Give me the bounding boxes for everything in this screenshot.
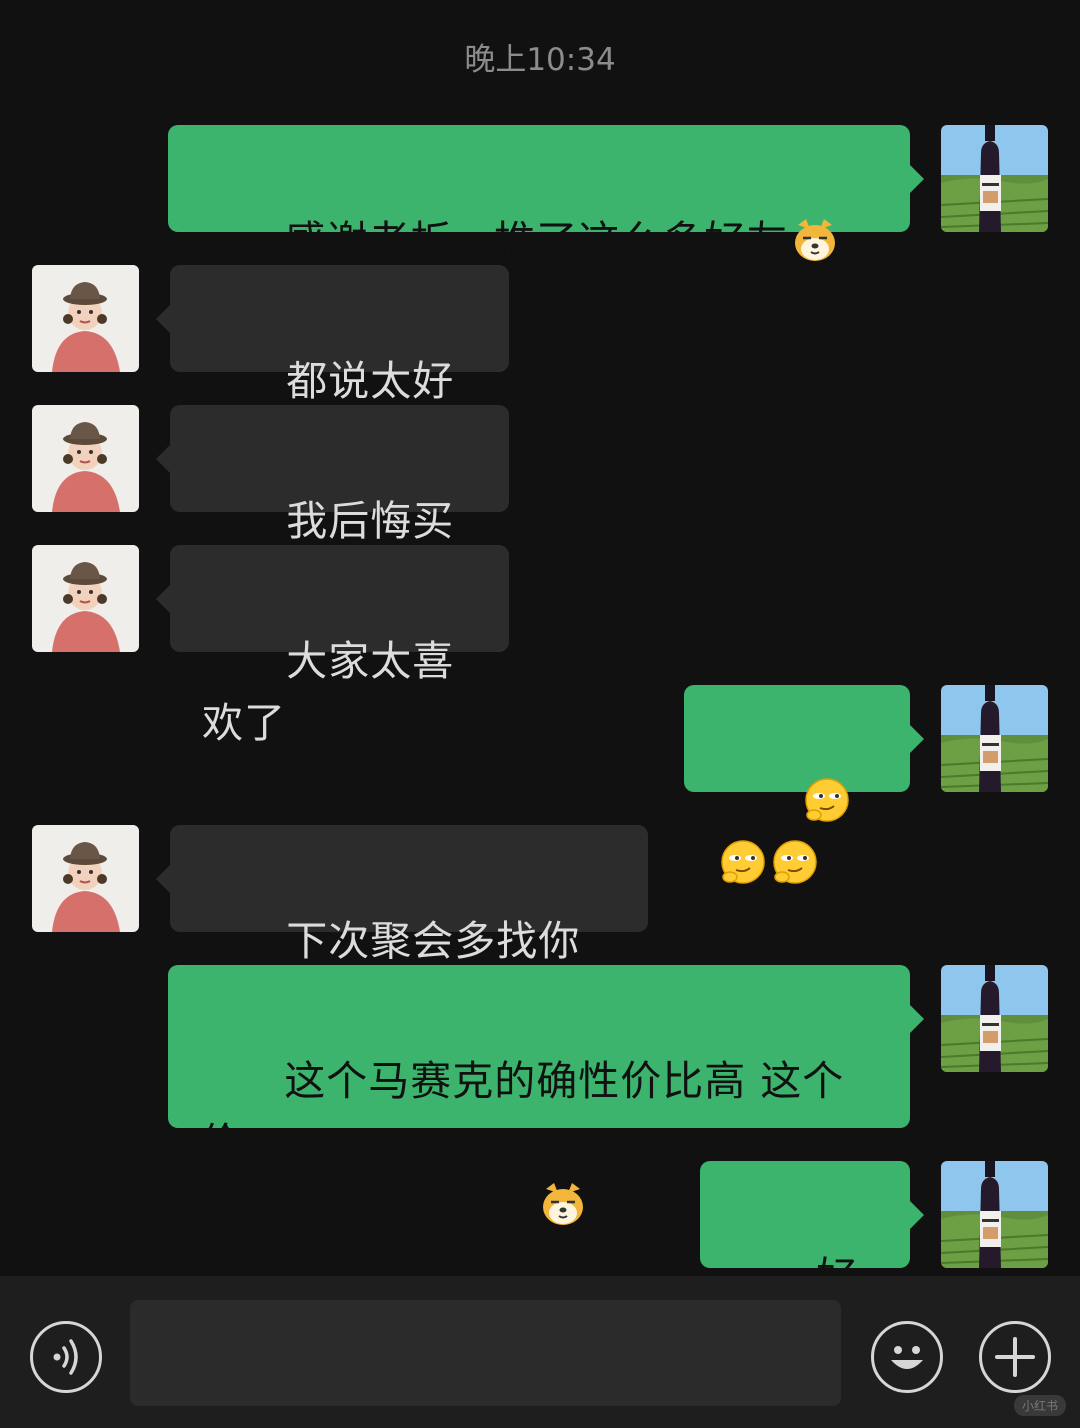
voice-icon xyxy=(53,1339,78,1375)
message-text: 大家太喜欢了 xyxy=(202,637,455,747)
emoji-icon xyxy=(891,1346,923,1369)
message-bubble-received[interactable]: 都说太好喝了 xyxy=(156,265,509,467)
doge-emoji-icon xyxy=(538,1179,588,1229)
message-timestamp: 晚上10:34 xyxy=(464,42,616,78)
message-bubble-sent[interactable] xyxy=(684,685,924,884)
message-bubble-received[interactable]: 我后悔买少了 xyxy=(156,405,509,607)
child-photo-avatar[interactable] xyxy=(32,825,139,932)
message-bubble-received[interactable]: 大家太喜欢了 xyxy=(156,545,509,747)
message-input[interactable] xyxy=(130,1300,841,1406)
emoji-button[interactable] xyxy=(871,1321,943,1393)
smirk-emoji-icon xyxy=(770,837,820,887)
wine-bottle-avatar[interactable] xyxy=(941,965,1048,1072)
wine-bottle-avatar[interactable] xyxy=(941,125,1048,232)
plus-button[interactable] xyxy=(979,1321,1051,1393)
wine-bottle-avatar[interactable] xyxy=(941,685,1048,792)
message-bubble-sent[interactable]: 这个马赛克的确性价比高 这个价 位不能要求更高了 xyxy=(168,965,924,1229)
child-photo-avatar[interactable] xyxy=(32,265,139,372)
child-photo-avatar[interactable] xyxy=(32,405,139,512)
chat-screen: 晚上10:34 感谢老板，推了这么多好友 都说太好喝了 我后悔买少了 大家太喜欢… xyxy=(0,0,1080,1428)
message-text: 感谢老板，推了这么多好友 xyxy=(284,217,789,265)
watermark: 小红书 xyxy=(1013,1395,1066,1416)
voice-button[interactable] xyxy=(30,1321,102,1393)
doge-emoji-icon xyxy=(790,215,840,265)
message-bubble-received[interactable]: 下次聚会多找你买点 xyxy=(156,825,648,1027)
child-photo-avatar[interactable] xyxy=(32,545,139,652)
smirk-emoji-icon xyxy=(802,775,852,825)
plus-icon xyxy=(995,1337,1035,1377)
input-bar: 小红书 xyxy=(0,1276,1080,1428)
smirk-emoji-icon xyxy=(718,837,768,887)
wine-bottle-avatar[interactable] xyxy=(941,1161,1048,1268)
message-bubble-sent[interactable]: 感谢老板，推了这么多好友 xyxy=(168,125,924,324)
message-bubble-sent[interactable]: 好嘞 xyxy=(700,1161,924,1363)
